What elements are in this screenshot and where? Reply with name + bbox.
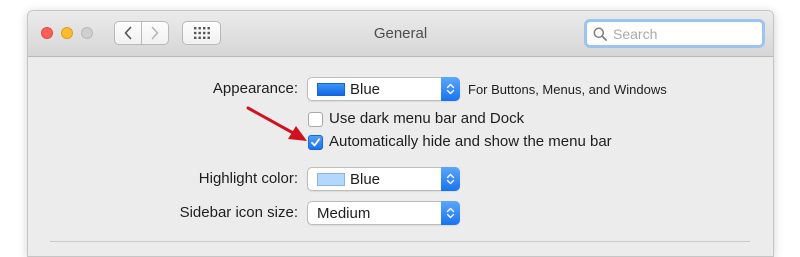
annotation-arrow-icon: [246, 106, 307, 141]
